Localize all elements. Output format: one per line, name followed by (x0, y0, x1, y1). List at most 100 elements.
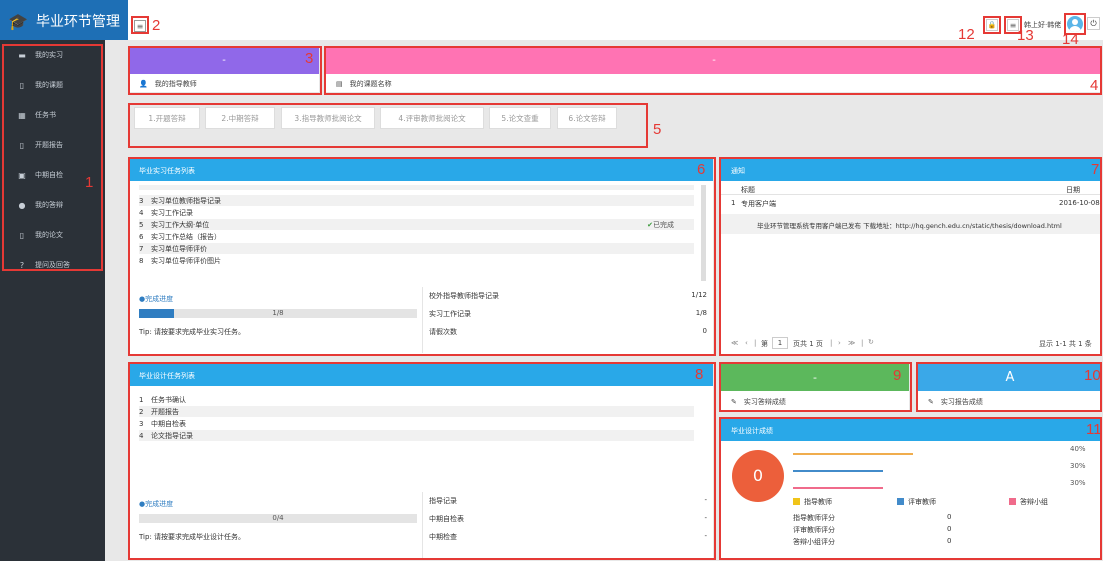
list-icon: ≡ (1009, 20, 1017, 30)
first-page-icon[interactable]: ≪ (731, 339, 738, 347)
stat-label: 校外指导教师指导记录 (429, 292, 499, 300)
sidebar-item-label: 开题报告 (35, 141, 63, 149)
page-input[interactable]: 1 (772, 337, 788, 349)
legend-swatch (1009, 498, 1016, 505)
score-label: 答辩小组评分 (793, 538, 835, 546)
step-2[interactable]: 2.中期答辩 (205, 107, 275, 129)
item-label: 开题报告 (151, 407, 179, 416)
sidebar-item-label: 任务书 (35, 111, 56, 119)
grades-title: 毕业设计成绩 (721, 419, 1102, 441)
defense-grade-card: - ✎ 实习答辩成绩 (721, 364, 909, 410)
grade-percent: 30% (1070, 462, 1086, 470)
list-item-partial (139, 185, 694, 190)
report-icon: ▯ (19, 140, 25, 150)
notice-row[interactable]: 1 专用客户端 2016-10-08 (721, 197, 1102, 209)
sidebar-item-label: 中期自检 (35, 171, 63, 179)
app-title: 毕业环节管理 (36, 14, 120, 30)
sidebar-item[interactable]: ● 我的答辩 (0, 190, 105, 220)
annotation-3: 3 (305, 50, 314, 67)
step-4[interactable]: 4.评审教师批阅论文 (380, 107, 484, 129)
annotation-1: 1 (85, 174, 94, 191)
stat-value: - (704, 496, 707, 504)
item-label: 论文指导记录 (151, 431, 193, 440)
list-item[interactable]: 3 实习单位教师指导记录 (139, 195, 694, 206)
internship-progress-title: ●完成进度 (139, 295, 174, 303)
item-label: 实习单位导师评价图片 (151, 256, 221, 265)
design-progress-title: ●完成进度 (139, 500, 174, 508)
grade-bar (793, 470, 883, 472)
stat-label: 中期自检表 (429, 515, 464, 523)
notice-title: 通知 (721, 159, 1102, 181)
list-scrollbar[interactable] (701, 185, 706, 281)
lock-button[interactable]: 🔒 (986, 19, 998, 31)
sidebar-item[interactable]: ▬ 我的实习 (0, 40, 105, 70)
sidebar-item[interactable]: ▯ 开题报告 (0, 130, 105, 160)
list-item[interactable]: 1 任务书确认 (139, 394, 694, 405)
annotation-4: 4 (1090, 77, 1099, 94)
microphone-icon: ● (18, 200, 26, 210)
list-item[interactable]: 3 中期自检表 (139, 418, 694, 429)
power-button[interactable]: ⏻ (1087, 17, 1100, 30)
item-status: ✔已完成 (647, 220, 674, 230)
calendar-icon: ▣ (18, 170, 26, 180)
annotation-10: 10 (1084, 367, 1101, 384)
item-label: 实习工作总结（报告） (151, 232, 221, 241)
item-label: 实习单位导师评价 (151, 244, 207, 253)
sidebar-item-label: 我的答辩 (35, 201, 63, 209)
annotation-12: 12 (958, 26, 975, 43)
app-logo[interactable]: 🎓 毕业环节管理 (0, 0, 128, 40)
list-item[interactable]: 4 实习工作记录 (139, 207, 694, 218)
step-6[interactable]: 6.论文答辩 (557, 107, 617, 129)
item-number: 8 (139, 256, 144, 265)
list-icon: ▦ (18, 110, 26, 120)
legend-swatch (897, 498, 904, 505)
annotation-8: 8 (695, 366, 704, 383)
score-value: 0 (947, 513, 952, 521)
annotation-11: 11 (1086, 421, 1102, 438)
avatar[interactable] (1067, 16, 1083, 32)
prev-page-icon[interactable]: ‹ (745, 339, 748, 347)
sidebar-item[interactable]: ▯ 我的课题 (0, 70, 105, 100)
step-5[interactable]: 5.论文查重 (489, 107, 551, 129)
grade-bar (793, 487, 883, 489)
sidebar-item-label: 我的实习 (35, 51, 63, 59)
sidebar-item[interactable]: ▦ 任务书 (0, 100, 105, 130)
refresh-icon[interactable]: ↻ (868, 338, 874, 346)
stat-value: - (704, 532, 707, 540)
edit-icon: ✎ (731, 397, 737, 406)
stat-value: 0 (702, 327, 707, 335)
item-number: 5 (139, 220, 144, 229)
report-grade-label: 实习报告成绩 (940, 397, 983, 406)
stat-value: 1/12 (691, 291, 707, 299)
graduation-cap-icon: 🎓 (8, 12, 28, 31)
question-icon: ? (19, 260, 25, 270)
annotation-14: 14 (1062, 31, 1079, 48)
item-label: 中期自检表 (151, 419, 186, 428)
last-page-icon[interactable]: ≫ (848, 339, 855, 347)
annotation-9: 9 (893, 367, 902, 384)
annotation-7: 7 (1091, 161, 1100, 178)
paper-icon: ▯ (19, 230, 25, 240)
stat-value: 1/8 (695, 309, 707, 317)
legend-swatch (793, 498, 800, 505)
stat-label: 请假次数 (429, 328, 457, 336)
step-1[interactable]: 1.开题答辩 (134, 107, 200, 129)
list-item[interactable]: 7 实习单位导师评价 (139, 243, 694, 254)
design-progress-text: 0/4 (272, 514, 284, 522)
list-item[interactable]: 8 实习单位导师评价图片 (139, 255, 694, 266)
list-item[interactable]: 2 开题报告 (139, 406, 694, 417)
internship-tip: Tip: 请按要求完成毕业实习任务。 (139, 328, 246, 336)
list-item[interactable]: 4 论文指导记录 (139, 430, 694, 441)
score-value: 0 (947, 537, 952, 545)
list-item[interactable]: 5 实习工作大纲·单位 ✔已完成 (139, 219, 694, 230)
legend-label: 答辩小组 (1020, 498, 1048, 506)
step-3[interactable]: 3.指导教师批阅论文 (281, 107, 375, 129)
next-page-icon[interactable]: › (838, 339, 841, 347)
report-grade-card: A ✎ 实习报告成绩 (918, 364, 1102, 410)
legend-label: 评审教师 (908, 498, 936, 506)
list-item[interactable]: 6 实习工作总结（报告） (139, 231, 694, 242)
menu-toggle-button[interactable]: ≡ (134, 20, 146, 32)
sidebar-item[interactable]: ▯ 我的论文 (0, 220, 105, 250)
score-label: 指导教师评分 (793, 514, 835, 522)
sidebar-item[interactable]: ? 提问及回答 (0, 250, 105, 280)
